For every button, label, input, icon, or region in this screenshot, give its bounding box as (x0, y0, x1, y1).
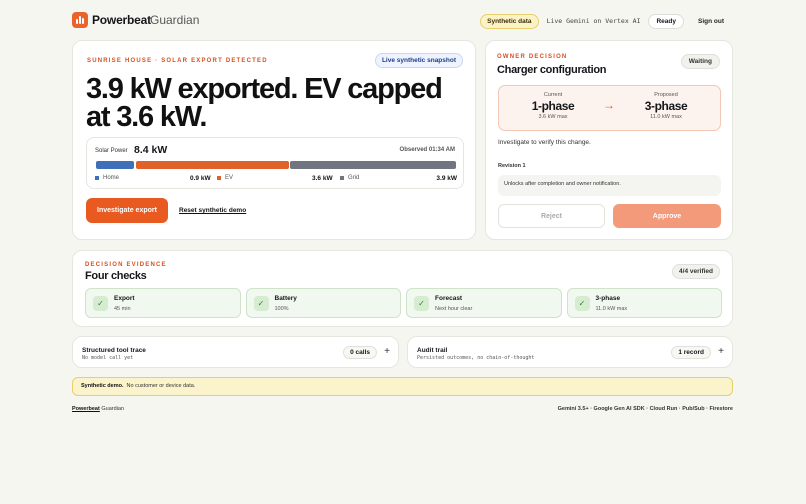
current-value: 1-phase (531, 99, 575, 113)
check-battery: ✓ Battery 100% (245, 288, 401, 318)
trace-title: Structured tool trace (82, 347, 146, 354)
check-three-phase: ✓ 3-phase 11.0 kW max (566, 288, 722, 318)
grid-flow-value: 3.9 kW (436, 174, 457, 182)
proposed-value: 3-phase (644, 99, 688, 113)
evidence-title: Four checks (85, 270, 147, 282)
revision-note: Unlocks after completion and owner notif… (498, 175, 721, 196)
audit-trail-panel[interactable]: Audit trail Persisted outcomes, no chain… (407, 336, 733, 368)
synthetic-data-badge: Synthetic data (480, 13, 539, 29)
banner-text: No customer or device data. (126, 383, 196, 389)
check-detail: 100% (274, 306, 289, 312)
home-flow-value: 0.9 kW (190, 174, 211, 182)
power-flow-bar (96, 161, 456, 169)
check-detail: Next hour clear (435, 306, 473, 312)
trace-subtitle: No model call yet (82, 355, 134, 361)
check-icon: ✓ (574, 296, 590, 311)
audit-title: Audit trail (417, 347, 448, 354)
solar-power-label: Solar Power (95, 148, 128, 154)
brand-name: Powerbeat (92, 13, 151, 27)
check-detail: 11.0 kW max (595, 306, 628, 312)
grid-flow-segment (290, 161, 456, 169)
audit-records-badge: 1 record (671, 346, 711, 359)
check-icon: ✓ (93, 296, 108, 311)
export-summary-card: SUNRISE HOUSE · SOLAR EXPORT DETECTED Li… (72, 40, 476, 240)
home-legend-label: Home (103, 175, 120, 181)
ev-legend-label: EV (225, 175, 234, 181)
check-forecast: ✓ Forecast Next hour clear (406, 288, 562, 318)
phase-comparison: Current 1-phase 3.6 kW max → Proposed 3-… (498, 85, 721, 131)
vertex-status-text: Live Gemini on Vertex AI (546, 17, 641, 25)
proposed-label: Proposed (654, 92, 678, 98)
footer-brand: Powerbeat Guardian (72, 406, 124, 412)
expand-plus-icon[interactable]: + (384, 346, 390, 357)
audit-subtitle: Persisted outcomes, no chain-of-thought (417, 355, 535, 361)
check-title: Export (114, 295, 135, 302)
grid-legend-label: Grid (348, 175, 360, 181)
reject-button[interactable]: Reject (498, 204, 605, 228)
hero-eyebrow: SUNRISE HOUSE · SOLAR EXPORT DETECTED (87, 58, 268, 64)
evidence-checks: ✓ Export 45 min ✓ Battery 100% ✓ Forecas… (85, 288, 722, 318)
waiting-status-badge: Waiting (680, 54, 720, 69)
current-sub: 3.6 kW max (538, 114, 568, 120)
reset-demo-link[interactable]: Reset synthetic demo (179, 207, 246, 214)
solar-power-panel: Solar Power 8.4 kW Observed 01:34 AM Hom… (86, 137, 464, 189)
check-icon: ✓ (253, 296, 269, 311)
current-phase: Current 1-phase 3.6 kW max (517, 92, 589, 120)
decision-eyebrow: OWNER DECISION (497, 54, 568, 60)
arrow-right-icon: → (603, 98, 615, 112)
ev-legend-swatch (217, 176, 221, 180)
solar-power-value: 8.4 kW (134, 144, 168, 156)
check-export: ✓ Export 45 min (85, 288, 241, 318)
sign-out-button[interactable]: Sign out (690, 15, 734, 28)
product-name: Guardian (150, 13, 200, 27)
ready-status-badge: Ready (648, 13, 684, 29)
expand-plus-icon[interactable]: + (718, 346, 724, 357)
powerbeat-logo-icon (72, 12, 88, 28)
ev-flow-segment (135, 161, 289, 169)
live-snapshot-badge: Live synthetic snapshot (374, 53, 463, 68)
footer-product-name: Guardian (101, 406, 124, 412)
app-header: Powerbeat Guardian Synthetic data Live G… (72, 12, 734, 30)
ev-flow-value: 3.6 kW (312, 174, 333, 182)
observed-timestamp: Observed 01:34 AM (399, 147, 455, 153)
check-title: Forecast (435, 295, 463, 302)
owner-decision-card: OWNER DECISION Charger configuration Wai… (485, 40, 733, 240)
power-flow-legend: Home 0.9 kW EV 3.6 kW Grid 3.9 kW (95, 175, 457, 183)
proposed-phase: Proposed 3-phase 11.0 kW max (630, 92, 702, 120)
trace-calls-badge: 0 calls (343, 346, 377, 359)
footer-brand-name: Powerbeat (72, 406, 100, 412)
check-icon: ✓ (414, 296, 429, 311)
banner-strong: Synthetic demo. (81, 383, 124, 389)
decision-evidence-card: DECISION EVIDENCE Four checks 4/4 verifi… (72, 250, 733, 327)
grid-legend-swatch (340, 176, 344, 180)
check-title: Battery (274, 295, 297, 302)
revision-label: Revision 1 (498, 163, 526, 169)
check-detail: 45 min (114, 306, 131, 312)
home-flow-segment (96, 161, 135, 169)
footer-tech-stack: Gemini 3.5+ · Google Gen AI SDK · Cloud … (557, 406, 733, 412)
decision-title: Charger configuration (497, 64, 607, 76)
approve-button[interactable]: Approve (613, 204, 721, 228)
verify-instruction: Investigate to verify this change. (498, 139, 591, 146)
proposed-sub: 11.0 kW max (650, 114, 682, 120)
synthetic-demo-banner: Synthetic demo. No customer or device da… (72, 377, 733, 396)
current-label: Current (543, 92, 563, 98)
evidence-eyebrow: DECISION EVIDENCE (85, 262, 167, 268)
tool-trace-panel[interactable]: Structured tool trace No model call yet … (72, 336, 399, 368)
verified-count-badge: 4/4 verified (672, 264, 720, 279)
investigate-export-button[interactable]: Investigate export (86, 198, 168, 223)
home-legend-swatch (95, 176, 99, 180)
check-title: 3-phase (595, 295, 621, 302)
hero-headline: 3.9 kW exported. EV capped at 3.6 kW. (86, 73, 443, 133)
